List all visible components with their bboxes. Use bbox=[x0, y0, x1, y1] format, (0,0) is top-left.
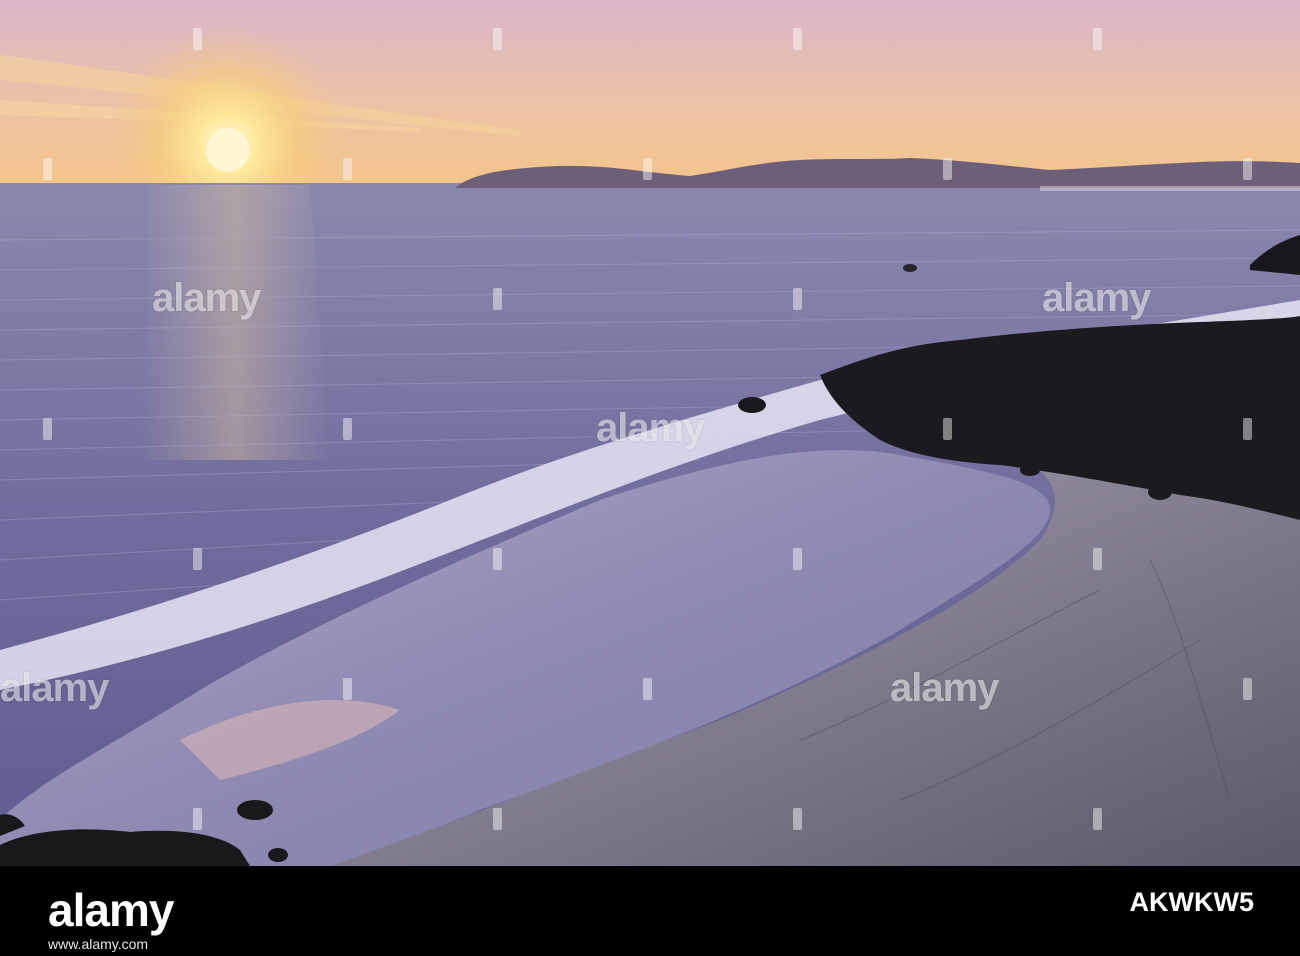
watermark-dot bbox=[1093, 808, 1102, 830]
watermark-dot bbox=[193, 548, 202, 570]
footer-bar: alamy www.alamy.com AKWKW5 bbox=[0, 866, 1300, 956]
watermark-dot bbox=[493, 28, 502, 50]
watermark-dot bbox=[793, 808, 802, 830]
watermark-dot bbox=[793, 28, 802, 50]
watermark-dot bbox=[343, 418, 352, 440]
watermark-dot bbox=[193, 28, 202, 50]
image-id: AKWKW5 bbox=[1129, 887, 1254, 917]
watermark-dot bbox=[1243, 678, 1252, 700]
alamy-logo[interactable]: alamy bbox=[48, 882, 174, 938]
watermark-dot bbox=[793, 548, 802, 570]
watermark-dot bbox=[1093, 28, 1102, 50]
watermark-dot bbox=[643, 678, 652, 700]
watermark-dot bbox=[43, 418, 52, 440]
watermark-dot bbox=[1093, 548, 1102, 570]
watermark-dot bbox=[343, 158, 352, 180]
watermark-dot bbox=[943, 158, 952, 180]
beach-sunset-photo: alamy alamy alamy alamy alamy bbox=[0, 0, 1300, 866]
watermark-dot bbox=[793, 288, 802, 310]
watermark-dot bbox=[193, 808, 202, 830]
distant-shoreline bbox=[1040, 186, 1300, 191]
rock bbox=[237, 800, 273, 820]
footer-url[interactable]: www.alamy.com bbox=[48, 936, 148, 952]
watermark-dot bbox=[493, 548, 502, 570]
watermark-dot bbox=[43, 158, 52, 180]
watermark-dot bbox=[493, 288, 502, 310]
watermark-dot bbox=[493, 808, 502, 830]
scene-svg bbox=[0, 0, 1300, 866]
sun-reflection bbox=[140, 185, 330, 460]
sun bbox=[206, 128, 250, 172]
watermark-dot bbox=[943, 418, 952, 440]
rock bbox=[268, 848, 288, 862]
watermark-dot bbox=[1243, 158, 1252, 180]
rock bbox=[1020, 464, 1040, 476]
rock bbox=[903, 264, 917, 272]
watermark-dot bbox=[343, 678, 352, 700]
rock bbox=[1148, 484, 1172, 500]
rock bbox=[738, 397, 766, 413]
watermark-dot bbox=[1243, 418, 1252, 440]
watermark-dot bbox=[643, 158, 652, 180]
